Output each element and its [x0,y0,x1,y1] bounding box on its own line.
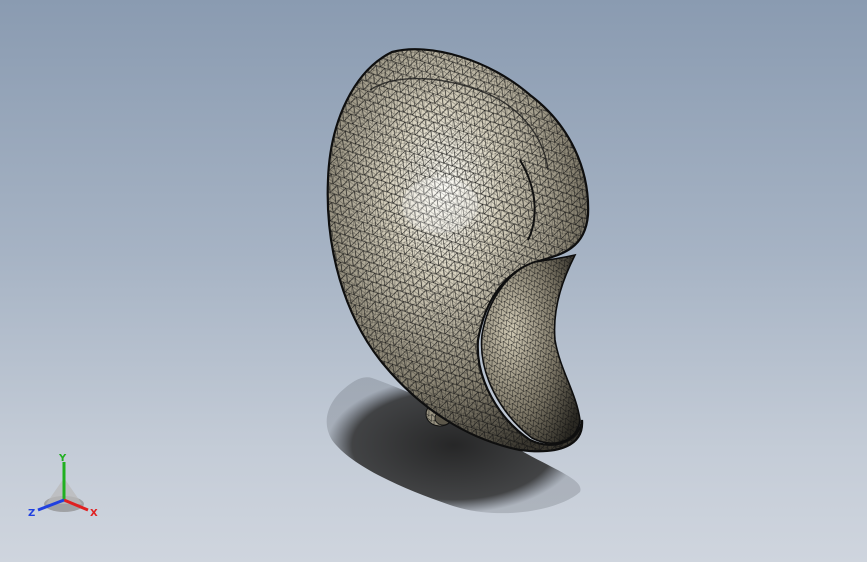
model-scene[interactable] [0,0,867,562]
x-axis-label: X [90,508,98,519]
z-axis-label: Z [28,508,35,519]
y-axis-label: Y [58,453,67,464]
specular-highlight [402,177,478,233]
graphics-viewport[interactable]: Y X Z [0,0,867,562]
orientation-triad[interactable]: Y X Z [26,448,102,520]
